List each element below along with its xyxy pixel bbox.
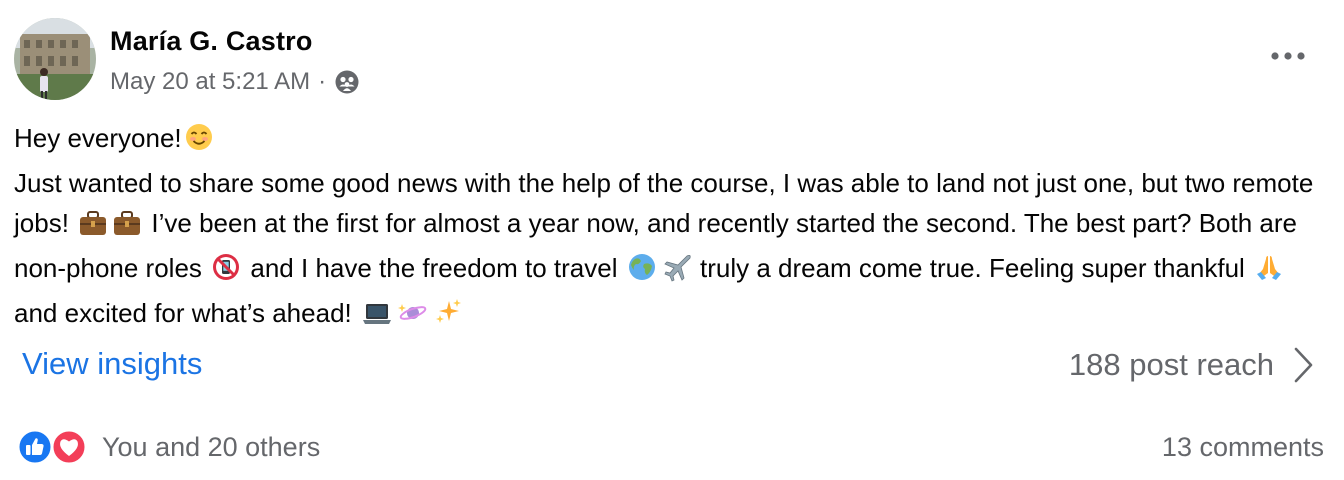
reactors-label[interactable]: You and 20 others bbox=[102, 432, 320, 463]
laptop-icon bbox=[361, 298, 393, 338]
no-mobile-phones-icon bbox=[211, 252, 241, 293]
briefcase-icon bbox=[112, 208, 142, 248]
author-name[interactable]: María G. Castro bbox=[110, 26, 313, 57]
sparkles-icon bbox=[433, 297, 463, 338]
reactions-row: You and 20 others 13 comments bbox=[16, 426, 1324, 470]
avatar-photo bbox=[14, 18, 96, 100]
view-insights-link[interactable]: View insights bbox=[22, 346, 202, 382]
post-text-part-3: and I have the freedom to travel bbox=[250, 253, 618, 283]
feed-post: María G. Castro May 20 at 5:21 AM · Hey … bbox=[0, 0, 1344, 480]
briefcase-icon bbox=[78, 208, 108, 248]
post-greeting: Hey everyone! bbox=[14, 123, 182, 153]
reaction-icons[interactable] bbox=[16, 428, 92, 466]
post-body-line-1: Hey everyone! bbox=[14, 118, 1332, 163]
insights-row: View insights 188 post reach bbox=[22, 342, 1314, 392]
more-options-button[interactable] bbox=[1266, 42, 1310, 70]
post-text-part-5: and excited for what’s ahead! bbox=[14, 298, 352, 328]
folded-hands-icon bbox=[1254, 252, 1284, 293]
avatar[interactable] bbox=[14, 18, 96, 100]
post-body: Hey everyone! Just wanted to share some … bbox=[14, 118, 1332, 338]
post-header: María G. Castro May 20 at 5:21 AM · bbox=[14, 18, 1320, 106]
love-icon bbox=[50, 428, 88, 466]
post-reach-label: 188 post reach bbox=[1068, 347, 1274, 382]
chevron-right-icon bbox=[1294, 347, 1313, 383]
smiling-face-icon bbox=[184, 122, 214, 163]
post-timestamp[interactable]: May 20 at 5:21 AM bbox=[110, 68, 310, 96]
meta-separator: · bbox=[318, 68, 327, 95]
globe-icon bbox=[627, 252, 657, 293]
comments-count[interactable]: 13 comments bbox=[1162, 432, 1324, 463]
friends-icon[interactable] bbox=[334, 69, 360, 95]
post-body-paragraph: Just wanted to share some good news with… bbox=[14, 163, 1332, 338]
like-icon bbox=[16, 428, 54, 466]
airplane-icon bbox=[661, 252, 691, 293]
post-text-part-4: truly a dream come true. Feeling super t… bbox=[699, 253, 1245, 283]
post-meta: May 20 at 5:21 AM · bbox=[110, 68, 360, 96]
planet-sparkle-icon bbox=[397, 298, 429, 338]
more-dots-icon bbox=[1271, 52, 1305, 60]
post-reach-button[interactable]: 188 post reach bbox=[1069, 346, 1314, 384]
